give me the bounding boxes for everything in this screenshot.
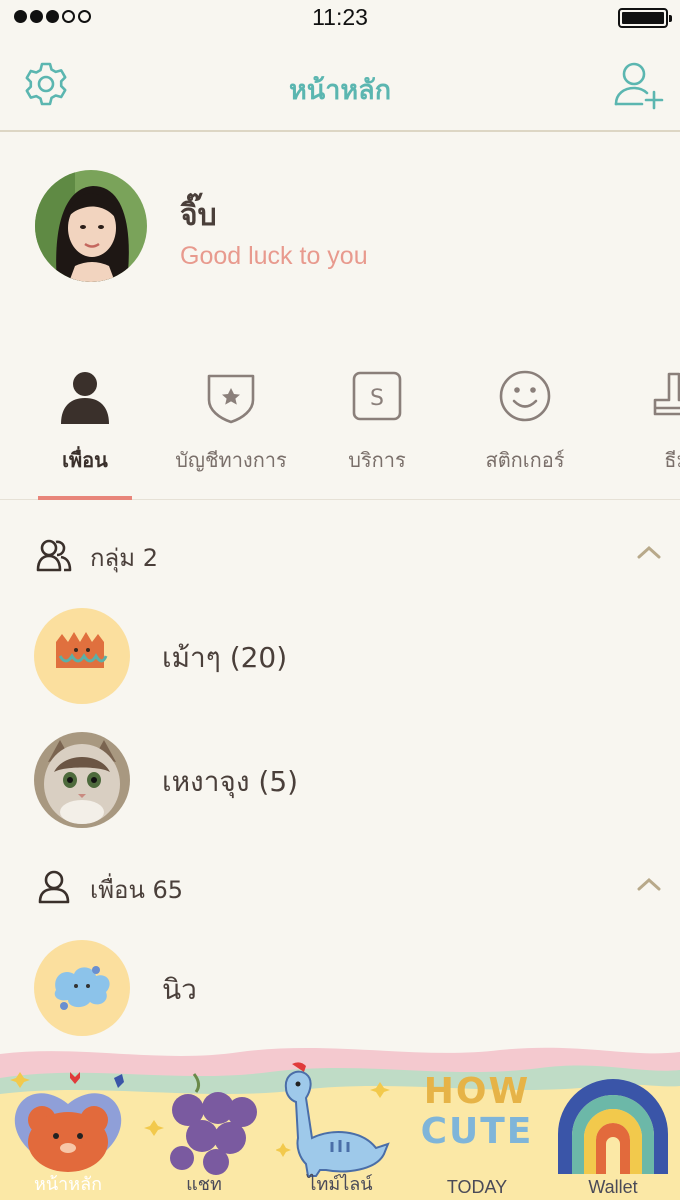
- tab-friends[interactable]: เพื่อน: [20, 360, 150, 500]
- profile-status-message: Good luck to you: [180, 242, 368, 270]
- tab-bar-label: หน้าหลัก: [33, 1174, 103, 1194]
- tab-stickers[interactable]: สติกเกอร์: [460, 360, 590, 500]
- art-text: HOW: [423, 1071, 531, 1112]
- friend-name: นิว: [162, 973, 197, 1006]
- status-time: 11:23: [312, 4, 368, 30]
- grapes-icon: [144, 1073, 257, 1175]
- tab-services[interactable]: S บริการ: [312, 360, 442, 500]
- group-avatar: [34, 608, 130, 704]
- my-profile[interactable]: จิ๊บ Good luck to you: [0, 134, 680, 314]
- profile-name: จิ๊บ: [180, 198, 217, 233]
- tab-themes[interactable]: ธีม: [612, 360, 680, 500]
- tab-bar-label: ไทม์ไลน์: [307, 1174, 373, 1194]
- rainbow-icon: [558, 1079, 668, 1174]
- group-name: เม้าๆ (20): [162, 641, 288, 674]
- status-bar: 11:23: [0, 0, 680, 36]
- chevron-up-icon[interactable]: [636, 542, 662, 562]
- person-outline-icon: [38, 870, 70, 904]
- art-text: CUTE: [420, 1111, 534, 1152]
- tab-official-accounts[interactable]: บัญชีทางการ: [160, 360, 302, 500]
- tab-bar-wallet[interactable]: Wallet: [546, 1044, 680, 1200]
- tab-label: สติกเกอร์: [485, 448, 565, 472]
- tab-bar-chat[interactable]: แชท: [136, 1044, 272, 1200]
- tab-label: บัญชีทางการ: [175, 448, 287, 472]
- tab-bar-label: TODAY: [446, 1177, 508, 1197]
- nav-bar: หน้าหลัก: [0, 36, 680, 132]
- friend-item-niw[interactable]: นิว: [0, 932, 680, 1042]
- dinosaur-icon: [276, 1062, 390, 1177]
- tab-label: ธีม: [664, 448, 680, 472]
- tab-bar-home[interactable]: หน้าหลัก: [0, 1044, 136, 1200]
- service-s-icon: S: [352, 371, 402, 421]
- brush-icon: [653, 372, 680, 416]
- bottom-tab-bar: หน้าหลัก แชท ไทม์ไลน์ HOW CUTE TODAY Wal…: [0, 1044, 680, 1200]
- shield-star-icon: [207, 374, 255, 424]
- battery-icon: [618, 8, 672, 28]
- group-name: เหงาจุง (5): [162, 765, 299, 798]
- group-avatar: [34, 732, 130, 828]
- bear-face-icon: [10, 1072, 124, 1172]
- group-item-ngao-jung[interactable]: เหงาจุง (5): [0, 724, 680, 834]
- group-icon: [36, 539, 72, 572]
- tab-label: บริการ: [348, 448, 406, 472]
- groups-section-header[interactable]: กลุ่ม 2: [0, 530, 680, 580]
- add-person-icon: [614, 62, 664, 110]
- add-friend-button[interactable]: [612, 60, 666, 110]
- how-cute-text-icon: HOW CUTE: [408, 1072, 546, 1152]
- profile-avatar[interactable]: [35, 170, 147, 282]
- tab-bar-label: Wallet: [588, 1177, 638, 1197]
- tab-bar-label: แชท: [186, 1174, 222, 1194]
- friend-avatar: [34, 940, 130, 1036]
- category-tabs: เพื่อน บัญชีทางการ S บริการ สติกเกอร์ ธี…: [0, 360, 680, 500]
- chevron-up-icon[interactable]: [636, 874, 662, 894]
- tab-bar-timeline[interactable]: ไทม์ไลน์: [272, 1044, 408, 1200]
- group-item-mao[interactable]: เม้าๆ (20): [0, 600, 680, 710]
- active-tab-indicator: [38, 496, 132, 500]
- section-title: เพื่อน 65: [90, 876, 184, 904]
- tab-bar-today[interactable]: HOW CUTE TODAY: [408, 1044, 546, 1200]
- section-title: กลุ่ม 2: [90, 544, 158, 572]
- smiley-icon: [499, 370, 551, 422]
- page-title: หน้าหลัก: [288, 75, 392, 106]
- tab-label: เพื่อน: [62, 448, 108, 472]
- svg-text:S: S: [370, 386, 384, 411]
- friends-section-header[interactable]: เพื่อน 65: [0, 862, 680, 912]
- person-icon: [61, 372, 109, 424]
